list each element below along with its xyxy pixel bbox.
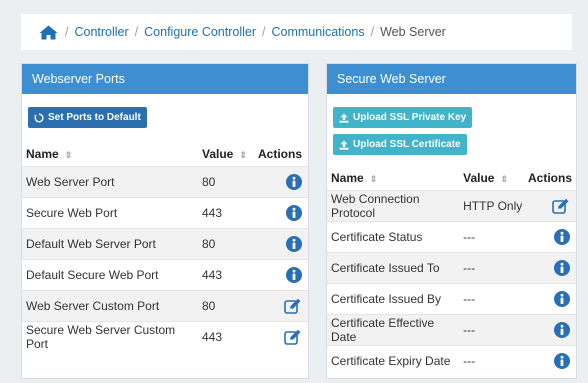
row-actions <box>523 313 576 345</box>
info-icon[interactable] <box>554 352 570 369</box>
home-icon[interactable] <box>39 24 59 40</box>
row-actions <box>246 196 308 228</box>
info-icon[interactable] <box>286 173 302 190</box>
edit-icon[interactable] <box>552 198 570 214</box>
row-name: Default Web Server Port <box>22 227 198 259</box>
info-icon[interactable] <box>554 321 570 338</box>
table-row: Default Web Server Port 80 <box>22 227 308 259</box>
table-row: Secure Web Server Custom Port 443 <box>22 320 308 352</box>
row-actions <box>246 258 308 290</box>
info-icon[interactable] <box>554 290 570 307</box>
row-value: 80 <box>198 289 247 321</box>
row-name: Secure Web Server Custom Port <box>22 320 198 352</box>
row-value: --- <box>459 220 524 252</box>
column-value[interactable]: Value ⇕ <box>198 142 247 166</box>
row-name: Certificate Issued By <box>327 282 460 314</box>
row-value: --- <box>459 344 524 376</box>
row-actions <box>246 289 308 321</box>
breadcrumb-separator: / <box>134 25 139 39</box>
row-actions <box>523 220 576 252</box>
info-icon[interactable] <box>554 259 570 276</box>
info-icon[interactable] <box>286 266 302 283</box>
breadcrumb-separator: / <box>65 25 69 39</box>
breadcrumb-separator: / <box>262 25 266 39</box>
info-icon[interactable] <box>554 228 570 245</box>
row-actions <box>246 227 308 259</box>
sort-icon[interactable]: ⇕ <box>500 174 508 184</box>
secure-web-server-table: Name ⇕ Value ⇕ Actions Web Connection Prot… <box>327 166 576 376</box>
row-value: 80 <box>198 227 247 259</box>
upload-ssl-cert-button[interactable]: Upload SSL Certificate <box>333 134 467 155</box>
column-name[interactable]: Name ⇕ <box>327 166 459 190</box>
row-value: 443 <box>198 196 247 228</box>
row-actions <box>246 320 308 352</box>
column-value[interactable]: Value ⇕ <box>459 166 524 190</box>
row-value: 443 <box>198 258 247 290</box>
secure-web-server-title: Secure Web Server <box>327 64 576 94</box>
column-name[interactable]: Name ⇕ <box>22 142 198 166</box>
breadcrumb-configure-controller[interactable]: Configure Controller <box>144 25 256 39</box>
table-row: Certificate Effective Date --- <box>327 313 576 345</box>
breadcrumb-controller[interactable]: Controller <box>74 25 128 39</box>
edit-icon[interactable] <box>284 298 302 314</box>
reset-icon <box>34 112 44 122</box>
set-ports-default-label: Set Ports to Default <box>48 112 141 123</box>
upload-ssl-key-button[interactable]: Upload SSL Private Key <box>333 107 473 128</box>
row-name: Web Connection Protocol <box>327 189 460 221</box>
table-row: Certificate Status --- <box>327 220 576 252</box>
sort-icon[interactable]: ⇕ <box>239 150 247 160</box>
row-value: --- <box>459 282 524 314</box>
row-value: 80 <box>198 165 247 197</box>
row-actions <box>246 165 308 197</box>
table-row: Secure Web Port 443 <box>22 196 308 228</box>
row-name: Web Server Custom Port <box>22 289 198 321</box>
row-value: --- <box>459 251 524 283</box>
row-actions <box>523 344 576 376</box>
breadcrumb-current: Web Server <box>380 25 446 39</box>
row-name: Certificate Expiry Date <box>327 344 460 376</box>
table-row: Web Server Port 80 <box>22 165 308 197</box>
table-row: Web Server Custom Port 80 <box>22 289 308 321</box>
secure-web-server-panel: Secure Web Server Upload SSL Private Key… <box>326 63 577 379</box>
info-icon[interactable] <box>286 235 302 252</box>
table-row: Certificate Issued By --- <box>327 282 576 314</box>
breadcrumb-communications[interactable]: Communications <box>272 25 365 39</box>
upload-ssl-cert-label: Upload SSL Certificate <box>353 139 461 150</box>
webserver-ports-table: Name ⇕ Value ⇕ Actions Web Server Port 80 Se… <box>22 142 308 352</box>
table-row: Web Connection Protocol HTTP Only <box>327 189 576 221</box>
row-actions <box>523 251 576 283</box>
row-name: Certificate Effective Date <box>327 313 460 345</box>
upload-icon <box>339 113 349 123</box>
webserver-ports-panel: Webserver Ports Set Ports to Default Nam… <box>21 63 309 379</box>
table-row: Certificate Issued To --- <box>327 251 576 283</box>
upload-icon <box>339 140 349 150</box>
row-value: HTTP Only <box>459 189 524 221</box>
row-name: Web Server Port <box>22 165 198 197</box>
sort-icon[interactable]: ⇕ <box>370 174 378 184</box>
column-actions: Actions <box>257 146 302 161</box>
breadcrumb: / Controller / Configure Controller / Co… <box>21 14 572 50</box>
set-ports-default-button[interactable]: Set Ports to Default <box>28 107 147 128</box>
info-icon[interactable] <box>286 204 302 221</box>
table-row: Certificate Expiry Date --- <box>327 344 576 376</box>
row-name: Default Secure Web Port <box>22 258 198 290</box>
row-actions <box>523 189 576 221</box>
row-name: Certificate Status <box>327 220 460 252</box>
row-value: 443 <box>198 320 247 352</box>
row-name: Certificate Issued To <box>327 251 460 283</box>
row-value: --- <box>459 313 524 345</box>
webserver-ports-title: Webserver Ports <box>22 64 308 94</box>
column-actions: Actions <box>527 170 572 185</box>
sort-icon[interactable]: ⇕ <box>65 150 73 160</box>
table-row: Default Secure Web Port 443 <box>22 258 308 290</box>
upload-ssl-key-label: Upload SSL Private Key <box>353 112 467 123</box>
edit-icon[interactable] <box>284 329 302 345</box>
row-actions <box>523 282 576 314</box>
row-name: Secure Web Port <box>22 196 198 228</box>
breadcrumb-separator: / <box>370 25 375 39</box>
